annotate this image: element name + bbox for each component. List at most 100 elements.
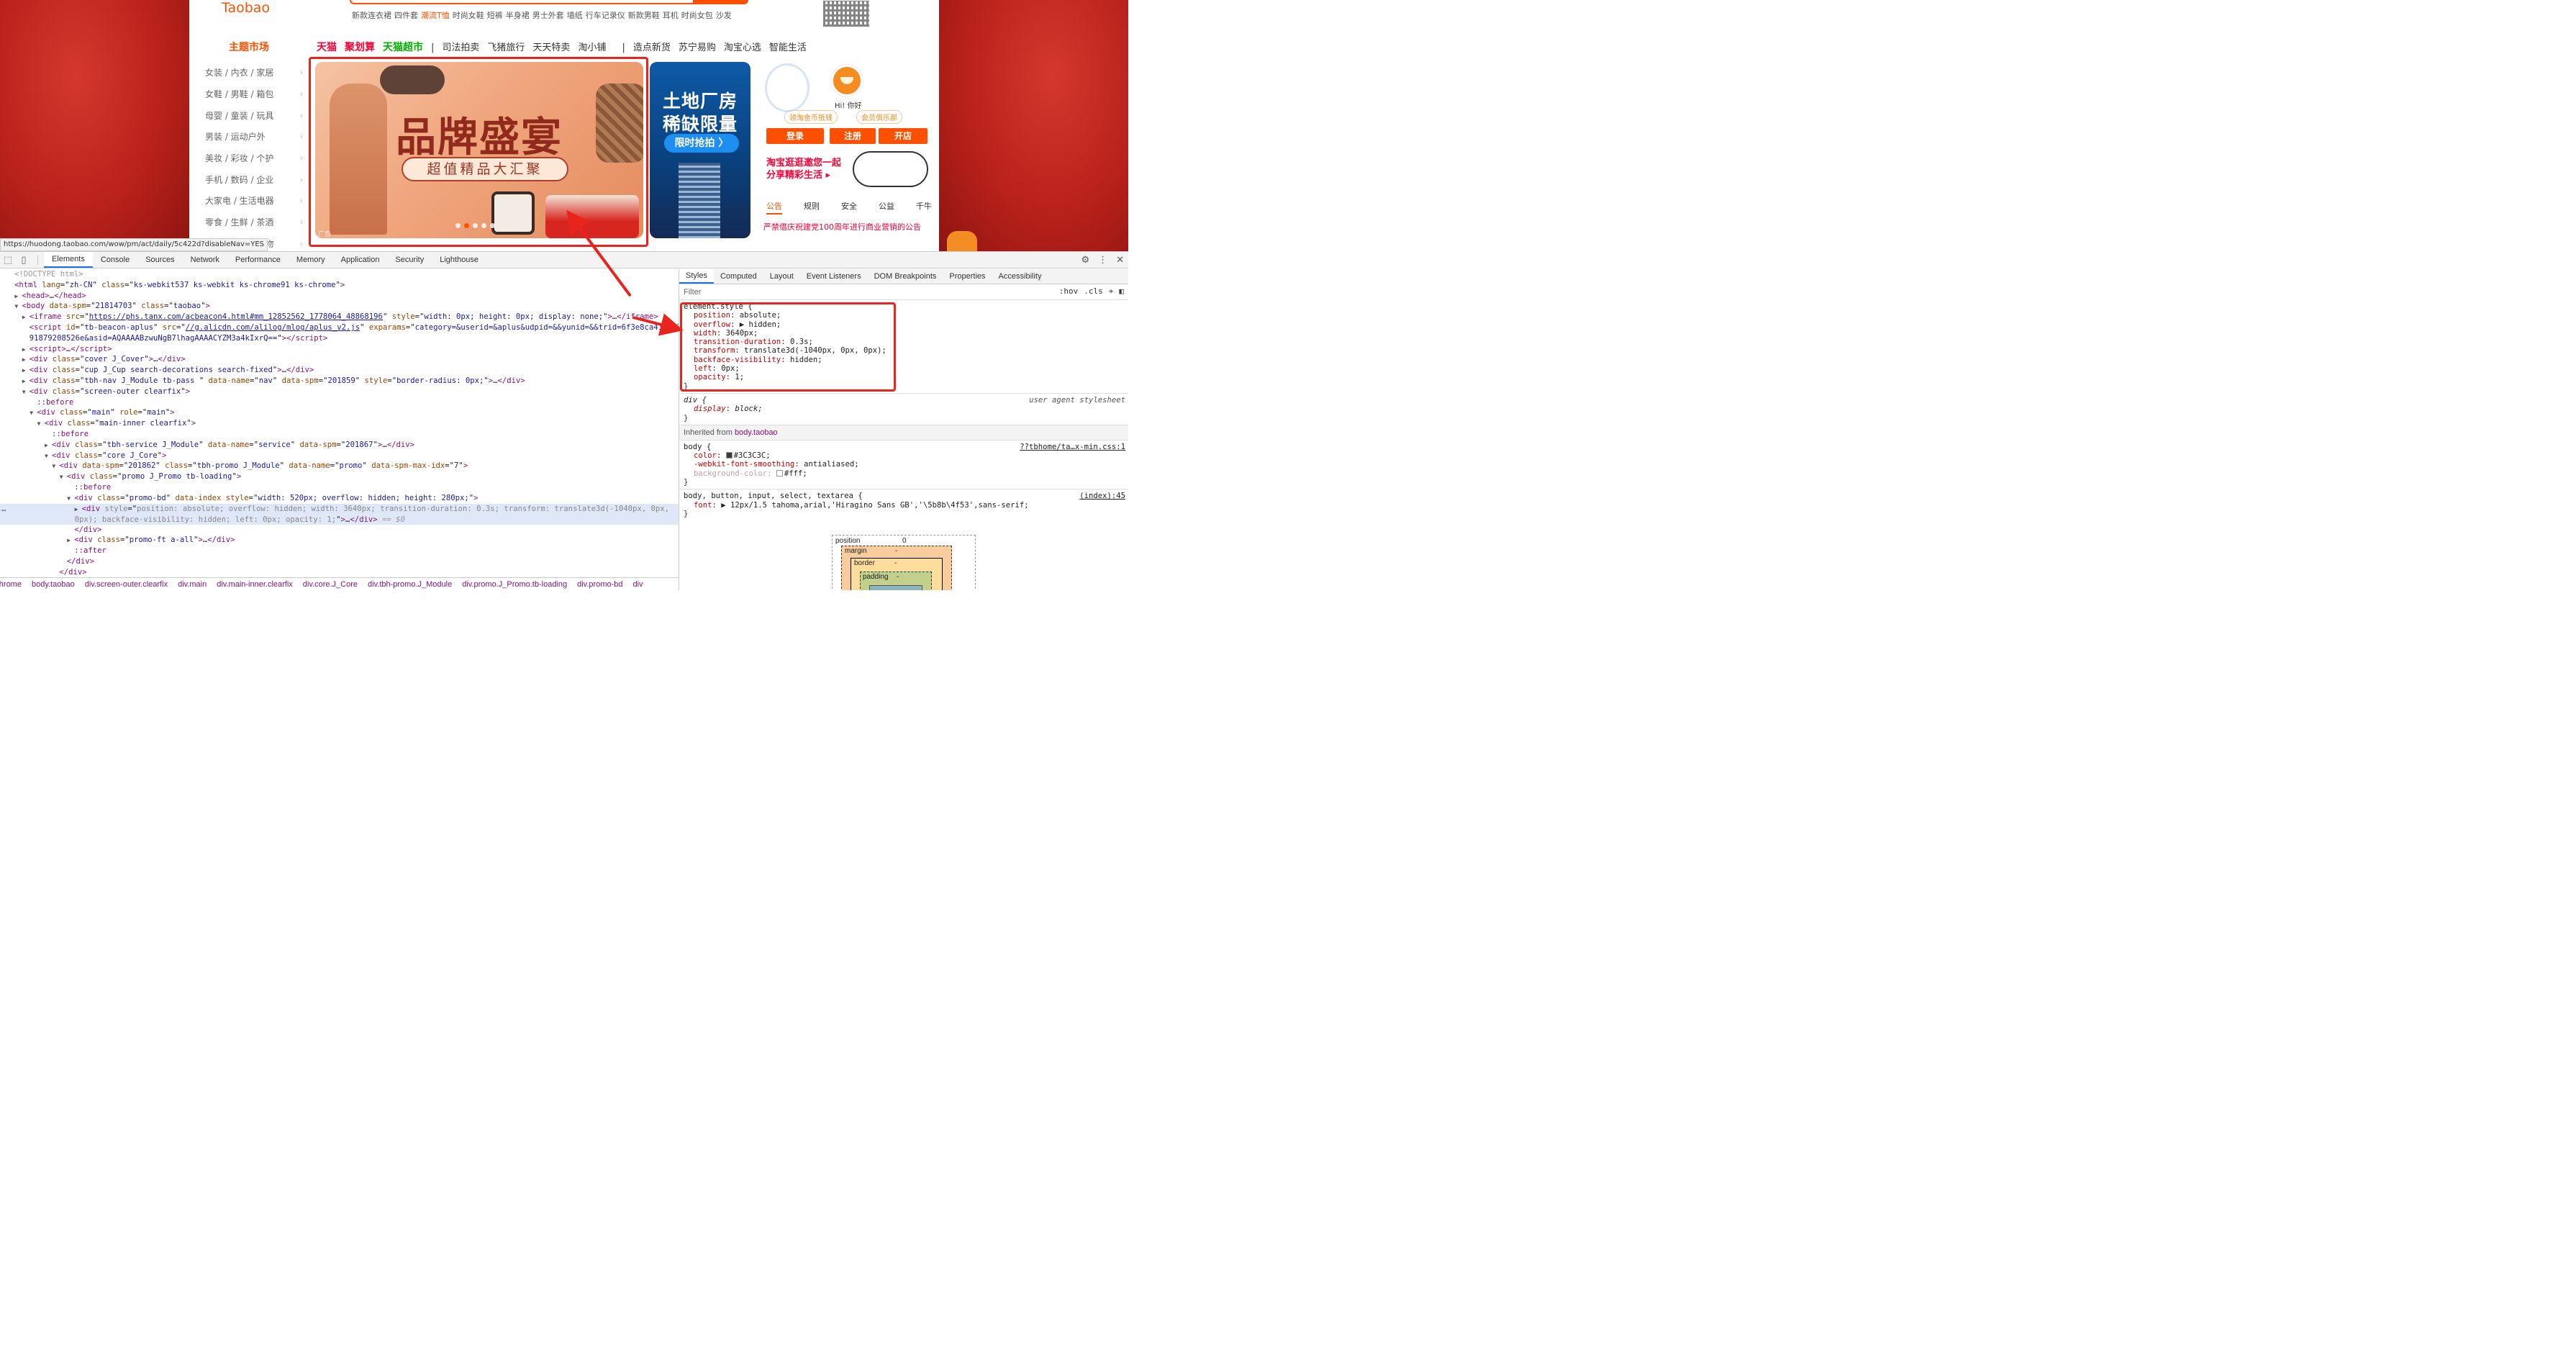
dom-node-line[interactable]: ▼ <div class="main-inner clearfix"> (0, 418, 679, 429)
dom-node-line[interactable]: ::before (0, 397, 679, 408)
dom-node-line[interactable]: ▼ <div class="core J_Core"> (0, 451, 679, 461)
style-property[interactable]: transition-duration: 0.3s; (684, 338, 1124, 346)
prop-value[interactable]: #3C3C3C; (734, 451, 771, 460)
nav-link[interactable]: 天天特卖 (532, 42, 570, 53)
close-icon[interactable]: ✕ (1116, 255, 1124, 266)
nav-link[interactable]: 飞猪旅行 (487, 42, 525, 53)
expand-toggle-icon[interactable]: ▶ (22, 345, 30, 356)
open-shop-button[interactable]: 开店 (879, 128, 928, 144)
hot-word-link[interactable]: 行车记录仪 (586, 11, 625, 20)
style-property[interactable]: width: 3640px; (684, 329, 1124, 338)
carousel-dot[interactable] (481, 223, 486, 228)
style-property[interactable]: -webkit-font-smoothing: antialiased; (684, 460, 1124, 469)
nav-tmall[interactable]: 天猫 (317, 42, 337, 53)
devtools-tab[interactable]: Sources (137, 252, 182, 268)
expand-toggle-icon[interactable]: ▼ (37, 419, 45, 430)
side-widget-icon[interactable] (947, 231, 977, 251)
hot-word-link[interactable]: 沙发 (716, 11, 732, 20)
elements-tree[interactable]: <!DOCTYPE html> <html lang="zh-CN" class=… (0, 269, 679, 577)
side-ad-button[interactable]: 限时抢拍 〉 (664, 134, 739, 153)
carousel-dot[interactable] (473, 223, 478, 228)
expand-toggle-icon[interactable]: ▶ (75, 505, 82, 515)
invite-text[interactable]: 淘宝逛逛邀您一起 分享精彩生活 ▸ (766, 157, 841, 181)
styles-subtab[interactable]: Properties (943, 269, 992, 284)
expand-toggle-icon[interactable]: ▼ (52, 461, 59, 472)
breadcrumb-item[interactable]: div (633, 580, 643, 589)
devtools-tab[interactable]: Elements (44, 252, 93, 268)
dom-node-line[interactable]: <script id="tb-beacon-aplus" src="//g.al… (0, 322, 679, 333)
expand-toggle-icon[interactable]: ▶ (22, 312, 30, 323)
register-button[interactable]: 注册 (830, 128, 876, 144)
category-item[interactable]: 女装 / 内衣 / 家居 › (205, 62, 303, 83)
nav-link[interactable]: 智能生活 (769, 42, 807, 53)
club-link[interactable]: 会员俱乐部 (856, 110, 902, 124)
nav-link[interactable]: 淘小铺 (578, 42, 606, 53)
prop-value[interactable]: antialiased; (804, 460, 859, 469)
body-rule[interactable]: body {??tbhome/ta…x-min.css:1 color: #3C3… (679, 441, 1128, 490)
dom-node-line[interactable]: ▼ <div data-spm="201862" class="tbh-promo… (0, 461, 679, 471)
dom-node-line[interactable]: ▶ <script>…</script> (0, 344, 679, 355)
dom-node-line[interactable]: <html lang="zh-CN" class="ks-webkit537 k… (0, 280, 679, 291)
coin-link[interactable]: 领淘金币抵钱 (784, 110, 838, 124)
more-icon[interactable]: … (1, 504, 6, 515)
rule-source[interactable]: (index):45 (1079, 492, 1125, 500)
dom-node-line[interactable]: ▶ <div class="tbh-nav J_Module tb-pass " … (0, 376, 679, 387)
style-property[interactable]: overflow: ▶ hidden; (684, 320, 1124, 329)
rule-source[interactable]: ??tbhome/ta…x-min.css:1 (1020, 443, 1125, 451)
prop-value[interactable]: translate3d(-1040px, 0px, 0px); (744, 346, 886, 355)
carousel-dot[interactable] (490, 223, 495, 228)
nav-link[interactable]: 造点新货 (633, 42, 671, 53)
expand-toggle-icon[interactable]: ▶ (14, 292, 22, 302)
category-item[interactable]: 美妆 / 彩妆 / 个护 › (205, 148, 303, 169)
hot-word-link[interactable]: 男士外套 (532, 11, 564, 20)
login-button[interactable]: 登录 (766, 128, 824, 144)
gear-icon[interactable]: ⚙ (1081, 255, 1089, 266)
nav-juhuasuan[interactable]: 聚划算 (345, 42, 375, 53)
dom-node-line[interactable]: ▼ <div class="promo-bd" data-index style=… (0, 493, 679, 504)
breadcrumb-item[interactable]: div.screen-outer.clearfix (85, 580, 168, 589)
side-ad-banner[interactable]: 土地厂房 稀缺限量 限时抢拍 〉 (650, 62, 750, 238)
category-item[interactable]: 零食 / 生鲜 / 茶酒 › (205, 212, 303, 233)
sidebar-toggle-icon[interactable]: ◧ (1119, 286, 1124, 296)
expand-toggle-icon[interactable]: ▼ (22, 387, 30, 398)
more-icon[interactable]: ⋮ (1098, 255, 1107, 266)
styles-subtab[interactable]: Styles (679, 269, 714, 284)
prop-value[interactable]: ▶ hidden; (740, 320, 781, 329)
nav-link[interactable]: 司法拍卖 (442, 42, 479, 53)
expand-toggle-icon[interactable]: ▼ (60, 472, 67, 483)
dom-node-line[interactable]: ::before (0, 482, 679, 493)
expand-toggle-icon[interactable]: ▶ (22, 376, 30, 387)
dom-node-line[interactable]: <!DOCTYPE html> (0, 269, 679, 280)
prop-value[interactable]: 0.3s; (790, 338, 813, 346)
hot-word-link[interactable]: 四件套 (394, 11, 418, 20)
devtools-tab[interactable]: Memory (289, 252, 333, 268)
notice-tab[interactable]: 规则 (804, 200, 820, 214)
prop-value[interactable]: hidden; (790, 356, 822, 364)
expand-toggle-icon[interactable]: ▶ (22, 355, 30, 366)
category-item[interactable]: 母婴 / 童装 / 玩具 › (205, 104, 303, 126)
dom-node-line[interactable]: </div> (0, 556, 679, 567)
taobao-logo[interactable]: Taobao (222, 0, 270, 16)
style-property[interactable]: color: #3C3C3C; (684, 451, 1124, 460)
styles-subtab[interactable]: Layout (763, 269, 800, 284)
breadcrumb-item[interactable]: div.tbh-promo.J_Module (368, 580, 452, 589)
hot-word-link[interactable]: 时尚女鞋 (453, 11, 484, 20)
dom-node-line[interactable]: ▼ <body data-spm="21814703" class="taobao… (0, 301, 679, 312)
breadcrumb-item[interactable]: div.promo-bd (577, 580, 622, 589)
expand-toggle-icon[interactable]: ▼ (45, 451, 52, 462)
devtools-tab[interactable]: Console (93, 252, 137, 268)
dom-node-line[interactable]: ▼ <div class="main" role="main"> (0, 407, 679, 418)
dom-node-line[interactable]: ▶ <div class="cup J_Cup search-decoration… (0, 365, 679, 376)
category-item[interactable]: 大家电 / 生活电器 › (205, 190, 303, 212)
prop-value[interactable]: 1; (735, 373, 744, 381)
search-box[interactable] (350, 0, 748, 4)
filter-option[interactable]: .cls (1084, 286, 1103, 296)
devtools-tab[interactable]: Lighthouse (432, 252, 486, 268)
breadcrumb-item[interactable]: div.main (178, 580, 207, 589)
selected-dom-node[interactable]: … ▶ <div style="position: absolute; overfl… (0, 503, 679, 525)
font-rule[interactable]: body, button, input, select, textarea { … (679, 489, 1128, 520)
styles-subtab[interactable]: Computed (714, 269, 763, 284)
filter-bar[interactable]: Filter :hov .cls + ◧ (679, 284, 1128, 300)
filter-input[interactable]: Filter (684, 288, 701, 297)
category-item[interactable]: 男装 / 运动户外 › (205, 126, 303, 148)
